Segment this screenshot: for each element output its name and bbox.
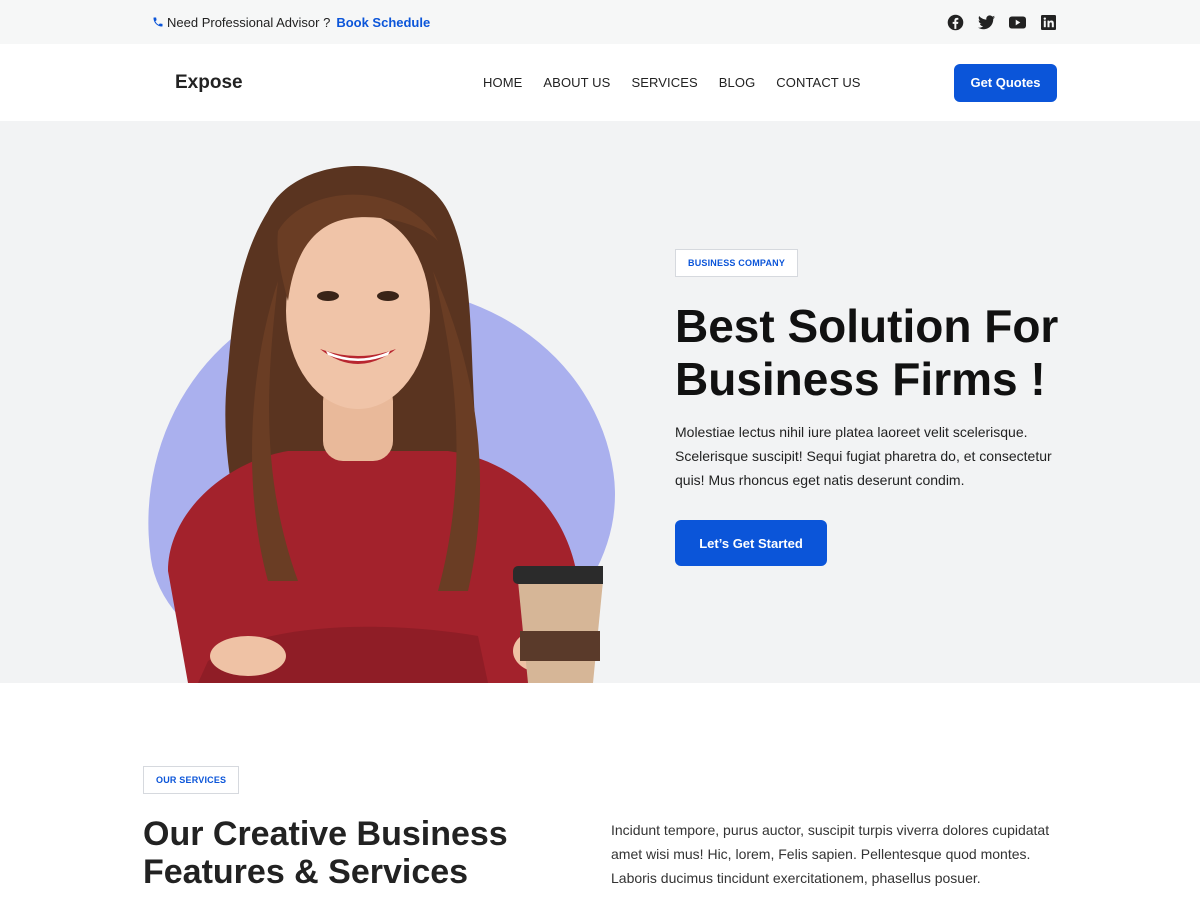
social-links: [947, 14, 1057, 31]
services-description: Incidunt tempore, purus auctor, suscipit…: [611, 822, 1050, 886]
services-title-line-1: Our Creative Business: [143, 815, 508, 853]
hero-title: Best Solution For Business Firms !: [675, 300, 1065, 406]
hero-section: BUSINESS COMPANY Best Solution For Busin…: [0, 121, 1200, 683]
nav-contact-us[interactable]: CONTACT US: [776, 75, 860, 90]
services-title-line-2: Features & Services: [143, 853, 469, 891]
hero-title-line-2: Business Firms !: [675, 353, 1046, 405]
hero-tag: BUSINESS COMPANY: [675, 249, 799, 277]
site-logo[interactable]: Expose: [175, 72, 243, 94]
nav-services[interactable]: SERVICES: [631, 75, 697, 90]
hero-description: Molestiae lectus nihil iure platea laore…: [675, 424, 1052, 488]
get-started-button[interactable]: Let’s Get Started: [675, 520, 827, 566]
nav-home[interactable]: HOME: [483, 75, 522, 90]
hero-content: BUSINESS COMPANY Best Solution For Busin…: [675, 249, 1065, 566]
phone-icon: [152, 16, 164, 28]
advisor-info: Need Professional Advisor ? Book Schedul…: [152, 15, 430, 30]
nav-about-us[interactable]: ABOUT US: [543, 75, 610, 90]
main-nav: HOME ABOUT US SERVICES BLOG CONTACT US: [483, 75, 882, 90]
services-title: Our Creative Business Features & Service…: [143, 815, 563, 891]
hero-person-image: [168, 166, 603, 683]
nav-blog[interactable]: BLOG: [719, 75, 756, 90]
top-bar: Need Professional Advisor ? Book Schedul…: [0, 0, 1200, 44]
youtube-icon[interactable]: [1009, 14, 1026, 31]
facebook-icon[interactable]: [947, 14, 964, 31]
hero-title-line-1: Best Solution For: [675, 300, 1059, 352]
services-tag: OUR SERVICES: [143, 766, 240, 794]
linkedin-icon[interactable]: [1040, 14, 1057, 31]
services-section: OUR SERVICES Our Creative Business Featu…: [0, 683, 1200, 900]
twitter-icon[interactable]: [978, 14, 995, 31]
main-header: Expose HOME ABOUT US SERVICES BLOG CONTA…: [0, 44, 1200, 121]
get-quotes-button[interactable]: Get Quotes: [954, 63, 1057, 102]
advisor-text: Need Professional Advisor ?: [167, 14, 331, 30]
book-schedule-link[interactable]: Book Schedule: [336, 15, 430, 30]
